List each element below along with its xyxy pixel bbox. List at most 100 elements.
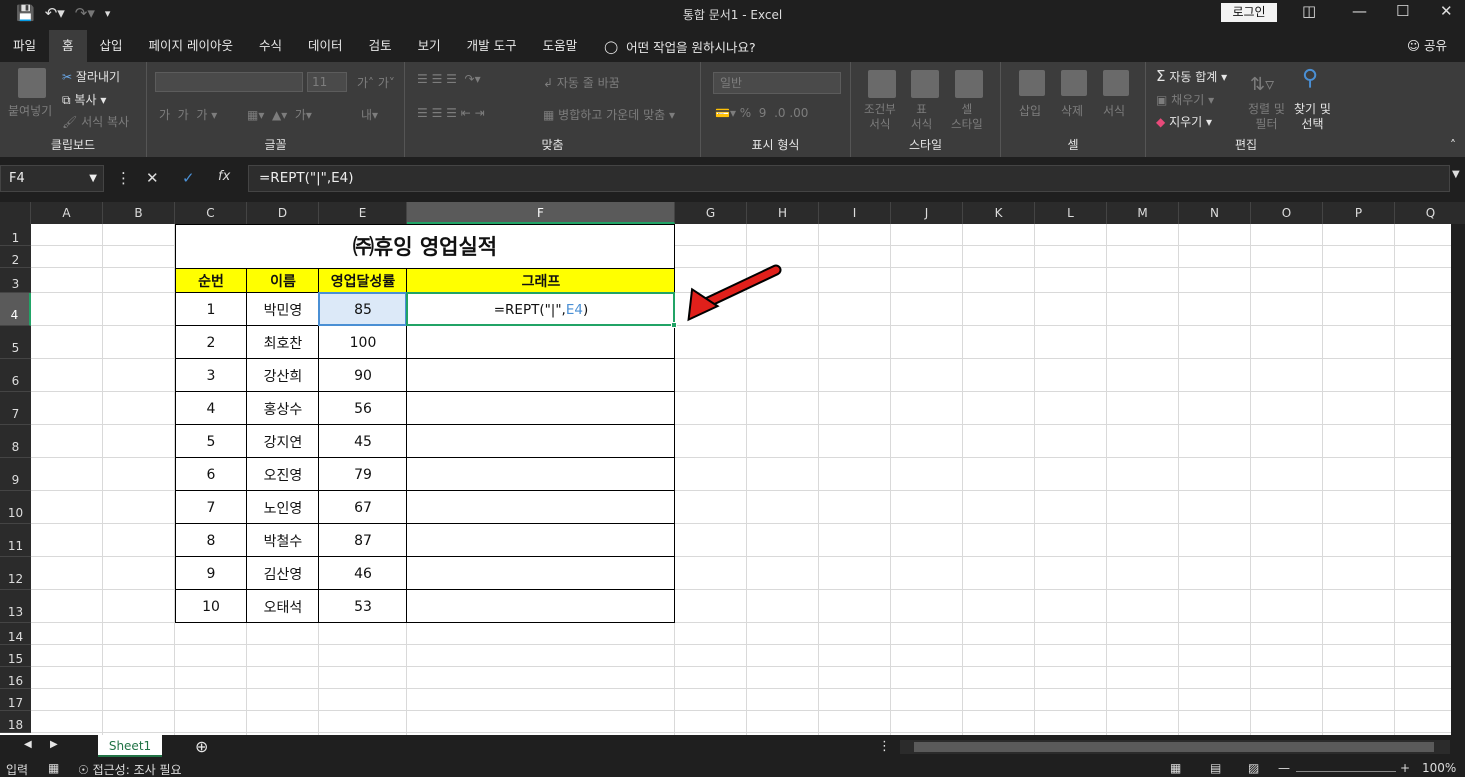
cell-no[interactable]: 5	[175, 425, 247, 458]
column-header-b[interactable]: B	[103, 202, 175, 224]
vertical-align-icons[interactable]: ☰ ☰ ☰ ↷▾	[417, 72, 481, 86]
header-cell-f[interactable]: 그래프	[407, 268, 675, 293]
tab-help[interactable]: 도움말	[530, 30, 591, 62]
column-header-j[interactable]: J	[891, 202, 963, 224]
delete-cells-icon[interactable]	[1061, 70, 1087, 96]
autosum-button[interactable]: Σ 자동 합계 ▾	[1156, 67, 1227, 85]
row-header-18[interactable]: 18	[0, 711, 31, 733]
cell-rate[interactable]: 100	[319, 326, 407, 359]
cell-graph[interactable]	[407, 359, 675, 392]
zoom-out-icon[interactable]: —	[1278, 761, 1290, 775]
page-break-view-icon[interactable]: ▨	[1248, 761, 1259, 775]
prev-sheet-icon[interactable]: ◀	[24, 739, 32, 750]
row-header-10[interactable]: 10	[0, 491, 31, 524]
cell-no[interactable]: 9	[175, 557, 247, 590]
zoom-slider[interactable]	[1296, 771, 1396, 772]
cell-rate[interactable]: 56	[319, 392, 407, 425]
row-header-11[interactable]: 11	[0, 524, 31, 557]
row-header-15[interactable]: 15	[0, 645, 31, 667]
insert-function-icon[interactable]: fx	[218, 169, 230, 184]
tab-home[interactable]: 홈	[49, 30, 87, 62]
cut-button[interactable]: ✂ 잘라내기	[62, 68, 120, 85]
cell-styles-button[interactable]: 셀 스타일	[951, 102, 983, 132]
table-format-button[interactable]: 표 서식	[911, 102, 932, 132]
column-header-g[interactable]: G	[675, 202, 747, 224]
share-button[interactable]: ☺ 공유	[1407, 30, 1447, 62]
row-header-17[interactable]: 17	[0, 689, 31, 711]
cell-graph[interactable]	[407, 491, 675, 524]
next-sheet-icon[interactable]: ▶	[50, 739, 58, 750]
tab-formulas[interactable]: 수식	[246, 30, 295, 62]
tab-view[interactable]: 보기	[405, 30, 454, 62]
vertical-scrollbar[interactable]	[1451, 202, 1465, 735]
cell-rate[interactable]: 90	[319, 359, 407, 392]
row-header-6[interactable]: 6	[0, 359, 31, 392]
row-header-16[interactable]: 16	[0, 667, 31, 689]
conditional-format-button[interactable]: 조건부 서식	[864, 102, 896, 132]
tab-split-icon[interactable]: ⋮	[878, 739, 891, 754]
insert-cells-icon[interactable]	[1019, 70, 1045, 96]
column-header-m[interactable]: M	[1107, 202, 1179, 224]
cell-no[interactable]: 3	[175, 359, 247, 392]
more-icon[interactable]: ⋮	[116, 169, 131, 187]
bold-italic-underline[interactable]: 가 가 가 ▾	[159, 106, 217, 123]
cell-graph[interactable]	[407, 392, 675, 425]
cell-rate[interactable]: 45	[319, 425, 407, 458]
format-cells-button[interactable]: 서식	[1103, 102, 1125, 119]
cell-rate[interactable]: 79	[319, 458, 407, 491]
column-header-a[interactable]: A	[31, 202, 103, 224]
row-header-3[interactable]: 3	[0, 268, 31, 293]
formula-input[interactable]: =REPT("|",E4)	[248, 165, 1450, 192]
tab-developer[interactable]: 개발 도구	[454, 30, 530, 62]
tab-data[interactable]: 데이터	[295, 30, 356, 62]
sort-filter-icon[interactable]: ⇅▿	[1250, 74, 1274, 95]
format-cells-icon[interactable]	[1103, 70, 1129, 96]
tab-insert[interactable]: 삽입	[87, 30, 136, 62]
cell-no[interactable]: 10	[175, 590, 247, 623]
cell-name[interactable]: 홍상수	[247, 392, 319, 425]
column-header-p[interactable]: P	[1323, 202, 1395, 224]
cell-name[interactable]: 오진영	[247, 458, 319, 491]
magnifier-icon[interactable]: ⚲	[1302, 66, 1318, 91]
cell-rate[interactable]: 67	[319, 491, 407, 524]
maximize-icon[interactable]: ☐	[1396, 2, 1409, 20]
cell-no[interactable]: 1	[175, 293, 247, 326]
column-header-k[interactable]: K	[963, 202, 1035, 224]
cell-graph[interactable]	[407, 326, 675, 359]
cell-no[interactable]: 6	[175, 458, 247, 491]
cell-styles-icon[interactable]	[955, 70, 983, 98]
sheet-tab-sheet1[interactable]: Sheet1	[98, 735, 162, 757]
cell-rate[interactable]: 46	[319, 557, 407, 590]
cancel-entry-icon[interactable]: ✕	[146, 169, 159, 187]
horizontal-scroll-thumb[interactable]	[914, 742, 1434, 752]
column-header-d[interactable]: D	[247, 202, 319, 224]
cell-name[interactable]: 강산희	[247, 359, 319, 392]
clear-button[interactable]: ◆ 지우기 ▾	[1156, 113, 1212, 130]
cell-no[interactable]: 2	[175, 326, 247, 359]
table-format-icon[interactable]	[911, 70, 939, 98]
tab-file[interactable]: 파일	[0, 30, 49, 62]
column-header-i[interactable]: I	[819, 202, 891, 224]
column-header-o[interactable]: O	[1251, 202, 1323, 224]
paste-button[interactable]: 붙여넣기	[8, 102, 52, 119]
paste-icon[interactable]	[18, 68, 46, 98]
tell-me-search[interactable]: ◯ 어떤 작업을 원하시나요?	[590, 37, 756, 56]
close-icon[interactable]: ✕	[1440, 2, 1453, 20]
enter-check-icon[interactable]: ✓	[182, 169, 195, 187]
header-cell-e[interactable]: 영업달성률	[319, 268, 407, 293]
column-header-c[interactable]: C	[175, 202, 247, 224]
row-header-13[interactable]: 13	[0, 590, 31, 623]
phonetic-icon[interactable]: 내▾	[361, 106, 378, 123]
column-header-q[interactable]: Q	[1395, 202, 1465, 224]
tab-review[interactable]: 검토	[356, 30, 405, 62]
login-button[interactable]: 로그인	[1221, 3, 1277, 22]
accessibility-status[interactable]: ☉ 접근성: 조사 필요	[78, 761, 182, 777]
cell-name[interactable]: 박철수	[247, 524, 319, 557]
delete-cells-button[interactable]: 삭제	[1061, 102, 1083, 119]
add-sheet-icon[interactable]: ⊕	[195, 737, 208, 756]
row-header-5[interactable]: 5	[0, 326, 31, 359]
macro-record-icon[interactable]: ▦	[48, 761, 59, 775]
borders-fill-color[interactable]: ▦▾ ▲▾ 가▾	[247, 106, 312, 123]
insert-cells-button[interactable]: 삽입	[1019, 102, 1041, 119]
cell-name[interactable]: 최호찬	[247, 326, 319, 359]
